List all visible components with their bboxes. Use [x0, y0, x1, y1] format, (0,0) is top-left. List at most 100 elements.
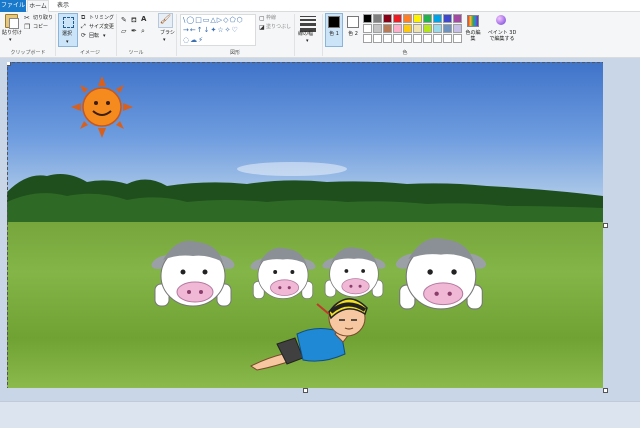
palette-swatch[interactable]	[383, 24, 392, 33]
paint3d-button[interactable]: ペイント 3D で編集する	[486, 30, 518, 42]
edit-colors-icon[interactable]	[467, 15, 479, 27]
palette-swatch[interactable]	[443, 24, 452, 33]
shapes-group-label: 図形	[229, 50, 240, 56]
rotate-dropdown-icon[interactable]: ▾	[103, 33, 106, 39]
palette-swatch[interactable]	[383, 34, 392, 43]
fill-bucket-icon[interactable]: ⛾	[131, 16, 137, 24]
horizontal-scrollbar[interactable]	[0, 401, 640, 428]
canvas-handle[interactable]	[7, 62, 11, 66]
line-width-button[interactable]: 線の幅	[298, 31, 313, 37]
color2-swatch	[347, 16, 359, 28]
palette-swatch[interactable]	[363, 14, 372, 23]
palette-swatch[interactable]	[453, 24, 462, 33]
scissors-icon[interactable]: ✂	[24, 14, 30, 22]
select-button[interactable]: 選択 ▾	[58, 13, 78, 47]
crop-icon[interactable]: ⧉	[81, 14, 85, 22]
canvas-resize-right-handle[interactable]	[603, 223, 608, 228]
shape-gallery[interactable]: \◯□▭△▷◇⬠⬡ →←↑↓✦☆✧♡ ◌☁⚡	[180, 14, 256, 46]
select-dropdown-icon: ▾	[66, 39, 69, 45]
clipboard-group-label: クリップボード	[10, 50, 46, 56]
palette-swatch[interactable]	[403, 14, 412, 23]
resize-icon[interactable]: ⤢	[81, 23, 86, 31]
color2-button[interactable]: 色 2	[344, 13, 362, 47]
palette-swatch[interactable]	[383, 14, 392, 23]
edit-colors-button[interactable]: 色の編集	[464, 30, 482, 42]
pencil-icon[interactable]: ✎	[121, 16, 127, 24]
eraser-icon[interactable]: ▱	[121, 27, 126, 35]
palette-swatch[interactable]	[423, 34, 432, 43]
colors-group-label: 色	[402, 50, 408, 56]
resize-button[interactable]: サイズ変更	[89, 24, 114, 30]
outline-icon[interactable]: ▢	[259, 15, 265, 23]
color1-button[interactable]: 色 1	[325, 13, 343, 47]
ribbon-separator	[294, 14, 295, 56]
paste-button[interactable]: 貼り付け	[2, 30, 22, 36]
fill-icon[interactable]: ◪	[259, 24, 265, 32]
copy-icon[interactable]: ❐	[24, 23, 30, 31]
palette-swatch[interactable]	[363, 24, 372, 33]
palette-swatch[interactable]	[403, 24, 412, 33]
palette-swatch[interactable]	[453, 14, 462, 23]
image-group-label: イメージ	[80, 50, 100, 56]
brushes-button[interactable]: ブラシ	[160, 30, 175, 36]
paste-icon[interactable]	[5, 14, 19, 29]
palette-swatch[interactable]	[373, 24, 382, 33]
palette-swatch[interactable]	[443, 34, 452, 43]
line-width-icon[interactable]	[300, 16, 316, 32]
palette-swatch[interactable]	[393, 14, 402, 23]
color-palette	[363, 14, 463, 44]
palette-swatch[interactable]	[423, 24, 432, 33]
palette-swatch[interactable]	[413, 14, 422, 23]
tab-home[interactable]: ホーム	[27, 0, 49, 12]
tools-group-label: ツール	[128, 50, 144, 56]
palette-swatch[interactable]	[363, 34, 372, 43]
ribbon-separator	[322, 14, 323, 56]
select-label: 選択	[62, 31, 73, 37]
palette-swatch[interactable]	[443, 14, 452, 23]
ribbon-separator	[55, 14, 56, 56]
palette-swatch[interactable]	[403, 34, 412, 43]
cow-drawing	[395, 238, 487, 310]
ribbon-separator	[176, 14, 177, 56]
palette-swatch[interactable]	[393, 24, 402, 33]
palette-swatch[interactable]	[433, 14, 442, 23]
color1-swatch	[328, 16, 340, 28]
menu-tabs: ファイル ホーム 表示	[0, 0, 640, 12]
palette-swatch[interactable]	[453, 34, 462, 43]
color2-label: 色 2	[348, 31, 358, 37]
palette-swatch[interactable]	[433, 24, 442, 33]
palette-row	[363, 14, 463, 24]
color1-label: 色 1	[329, 31, 339, 37]
tab-view[interactable]: 表示	[53, 0, 73, 12]
brushes-dropdown-icon[interactable]: ▾	[163, 37, 166, 43]
palette-swatch[interactable]	[373, 14, 382, 23]
canvas-resize-corner-handle[interactable]	[603, 388, 608, 393]
outline-button[interactable]: 枠線	[266, 15, 276, 21]
palette-swatch[interactable]	[413, 34, 422, 43]
palette-swatch[interactable]	[413, 24, 422, 33]
copy-button[interactable]: コピー	[33, 24, 48, 30]
text-tool-icon[interactable]: A	[141, 15, 146, 23]
crop-button[interactable]: トリミング	[89, 15, 114, 21]
select-icon	[63, 17, 74, 28]
magnifier-icon[interactable]: ⌕	[141, 27, 145, 35]
tab-file[interactable]: ファイル	[0, 0, 26, 12]
rotate-icon[interactable]: ⟳	[81, 32, 86, 40]
canvas-resize-bottom-handle[interactable]	[303, 388, 308, 393]
palette-swatch[interactable]	[433, 34, 442, 43]
color-picker-icon[interactable]: ✒	[131, 27, 137, 35]
ribbon: 貼り付け ▾ ✂ 切り取り ❐ コピー クリップボード 選択 ▾ ⧉ トリミング…	[0, 12, 640, 58]
line-width-dropdown-icon[interactable]: ▾	[306, 38, 309, 44]
brush-icon[interactable]: 🖌	[158, 13, 173, 28]
palette-swatch[interactable]	[423, 14, 432, 23]
rotate-button[interactable]: 回転	[89, 33, 99, 39]
fill-button[interactable]: 塗りつぶし	[266, 24, 291, 30]
ribbon-separator	[116, 14, 117, 56]
paste-dropdown-icon[interactable]: ▾	[9, 37, 12, 43]
palette-swatch[interactable]	[393, 34, 402, 43]
cut-button[interactable]: 切り取り	[33, 15, 53, 21]
palette-swatch[interactable]	[373, 34, 382, 43]
paint3d-icon[interactable]	[496, 15, 506, 25]
drawing-canvas[interactable]	[7, 62, 603, 388]
reclining-boy-drawing	[250, 298, 368, 371]
